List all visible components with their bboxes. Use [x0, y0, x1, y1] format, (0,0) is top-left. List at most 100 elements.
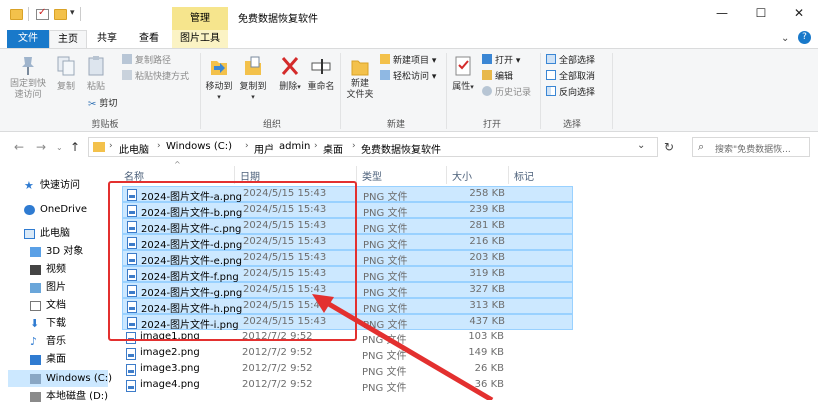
- search-icon: ⌕: [698, 140, 705, 153]
- nav-item-this-pc[interactable]: 此电脑: [24, 225, 70, 242]
- breadcrumb-separator: ›: [109, 141, 113, 151]
- nav-item-downloads[interactable]: ⬇ 下载: [30, 315, 66, 332]
- address-bar[interactable]: › 此电脑 › Windows (C:) › 用户 › admin › 桌面 ›…: [88, 137, 658, 157]
- breadcrumb-this-pc[interactable]: 此电脑: [119, 141, 149, 156]
- file-size: 327 KB: [469, 284, 505, 295]
- customize-quick-access-icon[interactable]: ▾: [70, 8, 75, 18]
- cut-button[interactable]: ✂ 剪切: [88, 97, 117, 111]
- pin-quick-access-button[interactable]: 固定到快 速访问: [8, 55, 48, 101]
- easy-access-button[interactable]: 轻松访问 ▾: [380, 70, 436, 84]
- tab-view[interactable]: 查看: [130, 30, 168, 48]
- nav-item-pictures[interactable]: 图片: [30, 279, 66, 296]
- file-type: PNG 文件: [363, 272, 408, 283]
- dropdown-arrow-icon: ▾: [470, 83, 474, 91]
- nav-item-documents[interactable]: 文档: [30, 297, 66, 314]
- tab-file[interactable]: 文件: [7, 30, 49, 48]
- refresh-icon[interactable]: ↻: [664, 140, 674, 154]
- group-separator: [540, 53, 541, 129]
- nav-item-3d-objects[interactable]: 3D 对象: [30, 243, 83, 260]
- file-size: 36 KB: [474, 379, 504, 390]
- tab-home[interactable]: 主页: [49, 30, 87, 48]
- file-size: 26 KB: [474, 363, 504, 374]
- breadcrumb-windows-c[interactable]: Windows (C:): [166, 141, 232, 152]
- nav-item-local-d[interactable]: 本地磁盘 (D:): [30, 388, 108, 405]
- open-button[interactable]: 打开 ▾: [482, 54, 520, 68]
- new-folder-icon[interactable]: [54, 9, 67, 20]
- search-placeholder: 搜索"免费数据恢...: [715, 145, 791, 155]
- collapse-ribbon-icon[interactable]: ⌄: [781, 33, 789, 44]
- invert-selection-icon: [546, 86, 556, 96]
- copy-path-label: 复制路径: [135, 56, 172, 66]
- file-type: PNG 文件: [363, 256, 408, 267]
- tab-share[interactable]: 共享: [90, 30, 124, 48]
- dropdown-arrow-icon: ▾: [217, 93, 221, 101]
- new-folder-button[interactable]: 新建 文件夹: [344, 55, 376, 101]
- rename-button[interactable]: 重命名: [306, 55, 336, 92]
- nav-item-videos[interactable]: 视频: [30, 261, 66, 278]
- file-row[interactable]: image3.png 2012/7/2 9:52 PNG 文件 26 KB: [122, 362, 573, 378]
- cube-icon: [30, 247, 41, 257]
- copy-label: 复制: [56, 82, 75, 92]
- window-title: 免费数据恢复软件: [238, 14, 318, 25]
- paste-shortcut-label: 粘贴快捷方式: [135, 72, 190, 82]
- paste-button[interactable]: 粘贴: [84, 55, 108, 92]
- copy-path-button[interactable]: 复制路径: [122, 54, 171, 68]
- maximize-button[interactable]: ☐: [751, 6, 771, 24]
- nav-item-music[interactable]: ♪ 音乐: [30, 333, 66, 350]
- tab-picture-tools[interactable]: 图片工具: [172, 30, 228, 48]
- nav-label: 文档: [46, 300, 66, 311]
- move-to-button[interactable]: 移动到▾: [204, 55, 234, 102]
- forward-arrow-icon[interactable]: →: [36, 140, 46, 154]
- copy-to-button[interactable]: 复制到▾: [238, 55, 268, 102]
- column-header-size[interactable]: 大小: [452, 168, 472, 183]
- copy-to-icon: [245, 56, 261, 75]
- select-all-button[interactable]: 全部选择: [546, 54, 595, 68]
- search-input[interactable]: ⌕ 搜索"免费数据恢...: [692, 137, 810, 157]
- file-row[interactable]: image4.png 2012/7/2 9:52 PNG 文件 36 KB: [122, 378, 573, 394]
- nav-item-onedrive[interactable]: OneDrive: [24, 201, 87, 218]
- history-button[interactable]: 历史记录: [482, 86, 531, 100]
- column-separator[interactable]: [446, 166, 447, 184]
- file-type: PNG 文件: [363, 304, 408, 315]
- nav-item-quick-access[interactable]: ★ 快速访问: [24, 177, 80, 194]
- breadcrumb-desktop[interactable]: 桌面: [323, 141, 343, 156]
- file-row[interactable]: image2.png 2012/7/2 9:52 PNG 文件 149 KB: [122, 346, 573, 362]
- edit-button[interactable]: 编辑: [482, 70, 513, 84]
- scissors-icon: ✂: [88, 99, 97, 110]
- paste-shortcut-button[interactable]: 粘贴快捷方式: [122, 70, 189, 84]
- manage-context-tab[interactable]: 管理: [172, 7, 228, 30]
- address-row: ← → ⌄ ↑ › 此电脑 › Windows (C:) › 用户 › admi…: [0, 133, 818, 161]
- group-separator: [340, 53, 341, 129]
- breadcrumb-current-folder[interactable]: 免费数据恢复软件: [361, 141, 441, 156]
- minimize-button[interactable]: —: [712, 6, 732, 24]
- properties-button[interactable]: 属性▾: [450, 55, 476, 92]
- history-label: 历史记录: [495, 88, 532, 98]
- document-icon: [30, 301, 41, 311]
- nav-label: 3D 对象: [46, 246, 84, 257]
- address-dropdown-icon[interactable]: ⌄: [637, 140, 645, 151]
- select-all-label: 全部选择: [559, 56, 596, 66]
- open-group-label: 打开: [482, 120, 501, 130]
- nav-item-desktop[interactable]: 桌面: [30, 351, 66, 368]
- copy-button[interactable]: 复制: [54, 55, 78, 92]
- close-button[interactable]: ✕: [789, 6, 809, 24]
- invert-selection-button[interactable]: 反向选择: [546, 86, 595, 100]
- column-header-type[interactable]: 类型: [362, 168, 382, 183]
- column-header-tags[interactable]: 标记: [514, 168, 534, 183]
- recent-locations-icon[interactable]: ⌄: [56, 143, 63, 152]
- select-none-button[interactable]: 全部取消: [546, 70, 595, 84]
- nav-item-windows-c[interactable]: Windows (C:): [8, 370, 112, 387]
- delete-label: 删除: [279, 82, 298, 92]
- help-icon[interactable]: ?: [798, 31, 811, 44]
- file-type: PNG 文件: [362, 335, 407, 346]
- up-arrow-icon[interactable]: ↑: [70, 140, 80, 154]
- properties-check-icon[interactable]: [36, 7, 49, 20]
- breadcrumb-admin[interactable]: admin: [279, 141, 310, 152]
- delete-button[interactable]: 删除▾: [278, 55, 302, 92]
- new-item-button[interactable]: 新建项目 ▾: [380, 54, 436, 68]
- back-arrow-icon[interactable]: ←: [14, 140, 24, 154]
- pin-label: 固定到快 速访问: [9, 79, 46, 100]
- column-separator[interactable]: [508, 166, 509, 184]
- file-name: image3.png: [140, 363, 200, 374]
- select-all-icon: [546, 54, 556, 64]
